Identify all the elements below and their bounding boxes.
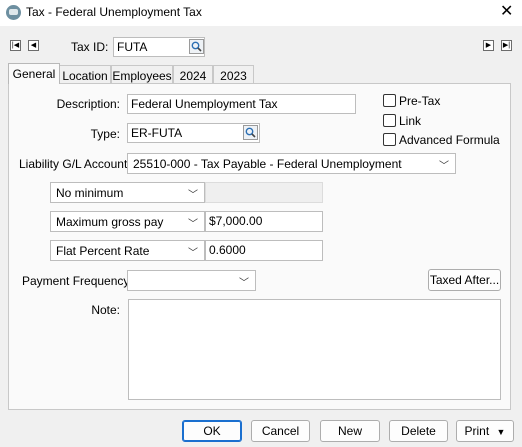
description-field[interactable]: Federal Unemployment Tax [127, 94, 356, 114]
chevron-down-icon: ﹀ [439, 161, 449, 172]
tab-location[interactable]: Location [59, 65, 111, 83]
tax-id-search-icon[interactable] [189, 39, 204, 54]
liability-account-label: Liability G/L Account: [19, 157, 131, 171]
cancel-button[interactable]: Cancel [251, 420, 310, 442]
taxed-after-button[interactable]: Taxed After... [428, 269, 501, 291]
link-label: Link [399, 114, 422, 128]
pre-tax-checkbox[interactable] [383, 94, 396, 107]
delete-button[interactable]: Delete [389, 420, 448, 442]
new-button[interactable]: New [320, 420, 380, 442]
previous-record-icon[interactable]: ◀ [28, 40, 39, 51]
rate-type-value: Flat Percent Rate [56, 244, 150, 258]
tab-general[interactable]: General [8, 63, 60, 84]
advanced-formula-checkbox[interactable] [383, 133, 396, 146]
type-label: Type: [90, 127, 120, 141]
print-button-label: Print [464, 424, 490, 438]
pre-tax-label: Pre-Tax [399, 94, 441, 108]
ok-button[interactable]: OK [182, 420, 242, 442]
liability-account-value: 25510-000 - Tax Payable - Federal Unempl… [133, 157, 402, 171]
app-icon [6, 5, 21, 20]
type-search-icon[interactable] [243, 125, 258, 140]
link-checkbox[interactable] [383, 114, 396, 127]
maximum-dropdown[interactable]: Maximum gross pay ﹀ [50, 211, 205, 232]
minimum-dropdown[interactable]: No minimum ﹀ [50, 182, 205, 203]
note-textarea[interactable] [128, 299, 501, 400]
maximum-select-value: Maximum gross pay [56, 215, 164, 229]
rate-value-field[interactable]: 0.6000 [205, 240, 323, 261]
rate-type-dropdown[interactable]: Flat Percent Rate ﹀ [50, 240, 205, 261]
last-record-icon[interactable]: ▶| [501, 40, 512, 51]
dropdown-arrow-icon: ▼ [496, 427, 506, 437]
minimum-select-value: No minimum [56, 186, 124, 200]
maximum-amount-field[interactable]: $7,000.00 [205, 211, 323, 232]
chevron-down-icon: ﹀ [239, 278, 249, 289]
payment-frequency-dropdown[interactable]: ﹀ [127, 270, 256, 291]
chevron-down-icon: ﹀ [188, 190, 198, 201]
minimum-amount-field [205, 182, 323, 203]
close-icon[interactable]: ✕ [500, 3, 513, 21]
payment-frequency-label: Payment Frequency: [22, 274, 133, 288]
liability-account-dropdown[interactable]: 25510-000 - Tax Payable - Federal Unempl… [127, 153, 456, 174]
type-field[interactable]: ER-FUTA [127, 123, 260, 143]
tab-employees[interactable]: Employees [111, 65, 173, 83]
description-label: Description: [56, 97, 120, 111]
chevron-down-icon: ﹀ [188, 248, 198, 259]
tax-id-label: Tax ID: [71, 40, 109, 54]
chevron-down-icon: ﹀ [188, 219, 198, 230]
note-label: Note: [91, 303, 120, 317]
first-record-icon[interactable]: |◀ [10, 40, 21, 51]
tab-2023[interactable]: 2023 [213, 65, 254, 83]
next-record-icon[interactable]: ▶ [483, 40, 494, 51]
advanced-formula-label: Advanced Formula [399, 133, 500, 147]
window-title: Tax - Federal Unemployment Tax [26, 5, 202, 19]
tab-2024[interactable]: 2024 [173, 65, 213, 83]
print-button[interactable]: Print ▼ [456, 420, 514, 442]
